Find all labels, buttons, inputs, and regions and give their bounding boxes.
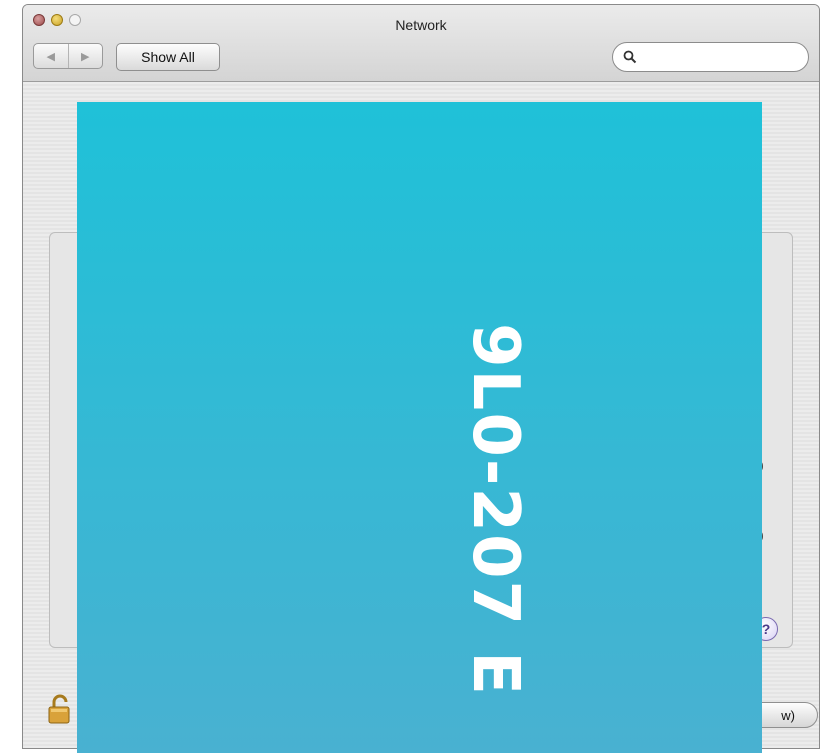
window-toolbar: Network ◀ ▶ Show All [23, 5, 819, 82]
search-field[interactable] [612, 42, 809, 72]
forward-arrow-icon[interactable]: ▶ [69, 44, 103, 68]
search-icon [623, 50, 637, 64]
back-arrow-icon[interactable]: ◀ [34, 44, 69, 68]
back-forward-control: ◀ ▶ [33, 43, 103, 69]
window-title: Network [395, 17, 447, 33]
watermark-overlay: 9L0-207 E [77, 102, 762, 753]
lock-icon[interactable] [47, 693, 73, 725]
overlay-label: 9L0-207 E [458, 323, 532, 697]
search-input[interactable] [641, 47, 800, 69]
show-all-button[interactable]: Show All [116, 43, 220, 71]
